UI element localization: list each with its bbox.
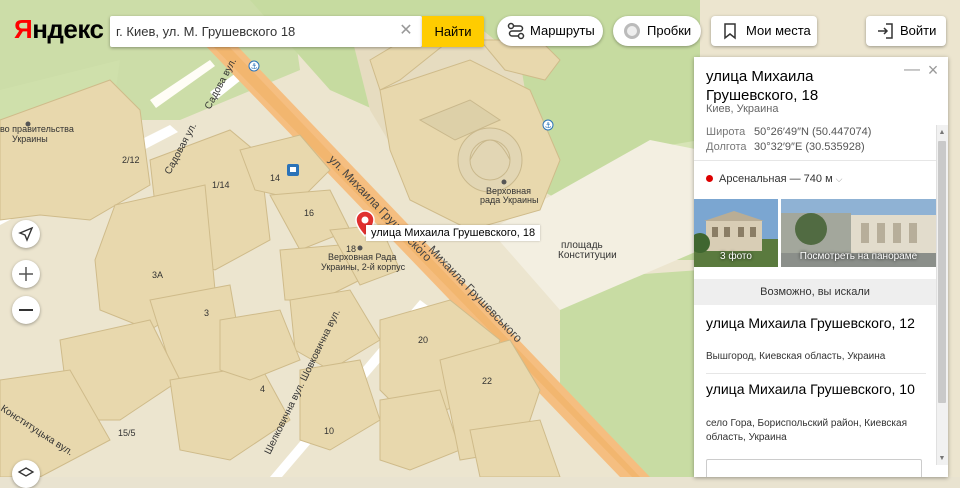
place-card-panel: улица Михаила Грушевского, 18 Киев, Укра… (694, 57, 948, 477)
svg-text:⚓: ⚓ (251, 62, 258, 71)
house-number: 18 (346, 244, 356, 254)
building-label: рада Украины (480, 195, 539, 205)
suggestions-heading: Возможно, вы искали (694, 279, 936, 305)
clear-icon[interactable]: ✕ (398, 22, 414, 40)
place-subtitle: Киев, Украина (706, 103, 779, 115)
route-icon (507, 22, 525, 40)
house-number: 2/12 (122, 155, 140, 165)
latitude-value: 50°26′49″N (50.447074) (754, 126, 872, 138)
divider (706, 373, 926, 374)
building-label: во правительства (0, 124, 74, 134)
divider (694, 160, 936, 161)
minimize-icon[interactable]: — (904, 62, 920, 79)
locate-button[interactable] (12, 220, 40, 248)
place-title: улица Михаила Грушевского, 18 (706, 68, 819, 104)
scrollbar-thumb[interactable] (938, 141, 946, 403)
close-icon[interactable]: × (926, 61, 940, 79)
metro-icon (706, 175, 713, 182)
bookmark-icon (724, 23, 736, 40)
traffic-button[interactable]: Пробки (613, 16, 701, 46)
building-label: Верховная Рада (328, 252, 396, 262)
result-subtitle: село Гора, Бориспольский район, Киевская… (706, 418, 907, 443)
plus-icon (19, 267, 33, 281)
latitude-label: Широта (706, 126, 746, 138)
search-input[interactable] (116, 16, 396, 47)
anchor-icon: ⚓ (248, 60, 260, 72)
house-number: 15/5 (118, 428, 136, 438)
building-label: Украины, 2-й корпус (321, 262, 406, 272)
metro-link[interactable]: Арсенальная — 740 м ⌵ (706, 173, 842, 185)
house-number: 16 (304, 208, 314, 218)
zoom-out-button[interactable] (12, 296, 40, 324)
next-result-item[interactable] (706, 459, 922, 477)
my-places-label: Мои места (746, 23, 811, 38)
svg-text:⚓: ⚓ (545, 121, 552, 130)
house-number: 4 (260, 384, 265, 394)
traffic-label: Пробки (647, 23, 692, 38)
house-number: 22 (482, 376, 492, 386)
panorama-thumbnail[interactable]: Посмотреть на панораме (781, 199, 936, 267)
my-places-button[interactable]: Мои места (711, 16, 817, 46)
yandex-logo[interactable]: Яндекс (14, 14, 104, 45)
routes-button[interactable]: Маршруты (497, 16, 603, 46)
pin-label[interactable]: улица Михаила Грушевского, 18 (366, 225, 541, 241)
routes-label: Маршруты (530, 23, 595, 38)
photos-caption: 3 фото (720, 251, 752, 262)
panorama-caption: Посмотреть на панораме (799, 251, 918, 262)
traffic-icon (624, 23, 640, 39)
house-number: 3 (204, 308, 209, 318)
layers-icon (17, 467, 35, 477)
login-button[interactable]: Войти (866, 16, 946, 46)
house-number: 20 (418, 335, 428, 345)
house-number: 3А (152, 270, 163, 280)
house-number: 1/14 (212, 180, 230, 190)
scroll-down-icon[interactable]: ▼ (937, 453, 947, 465)
result-title[interactable]: улица Михаила Грушевского, 12 (706, 315, 916, 332)
house-number: 14 (270, 173, 280, 183)
logo-rest: ндекс (32, 14, 104, 44)
anchor-icon: ⚓ (542, 119, 554, 131)
building-label: Украины (12, 134, 48, 144)
logo-first-letter: Я (14, 14, 33, 44)
photos-thumbnail[interactable]: 3 фото (694, 199, 778, 267)
longitude-label: Долгота (706, 141, 747, 153)
chevron-down-icon: ⌵ (835, 174, 843, 184)
search-box: ✕ (110, 16, 422, 47)
minus-icon (19, 309, 33, 311)
result-title[interactable]: улица Михаила Грушевского, 10 (706, 381, 916, 398)
bus-stop-icon (287, 164, 299, 176)
navigation-arrow-icon (18, 226, 34, 242)
zoom-in-button[interactable] (12, 260, 40, 288)
house-number: 10 (324, 426, 334, 436)
scroll-up-icon[interactable]: ▲ (937, 127, 947, 139)
result-subtitle: Вышгород, Киевская область, Украина (706, 351, 886, 362)
find-button[interactable]: Найти (422, 16, 484, 47)
longitude-value: 30°32′9″E (30.535928) (754, 141, 865, 153)
metro-label: Арсенальная — 740 м (719, 173, 833, 185)
login-label: Войти (900, 23, 937, 38)
login-icon (878, 23, 893, 39)
layers-button[interactable] (12, 460, 40, 488)
square-label: Конституции (558, 250, 617, 261)
